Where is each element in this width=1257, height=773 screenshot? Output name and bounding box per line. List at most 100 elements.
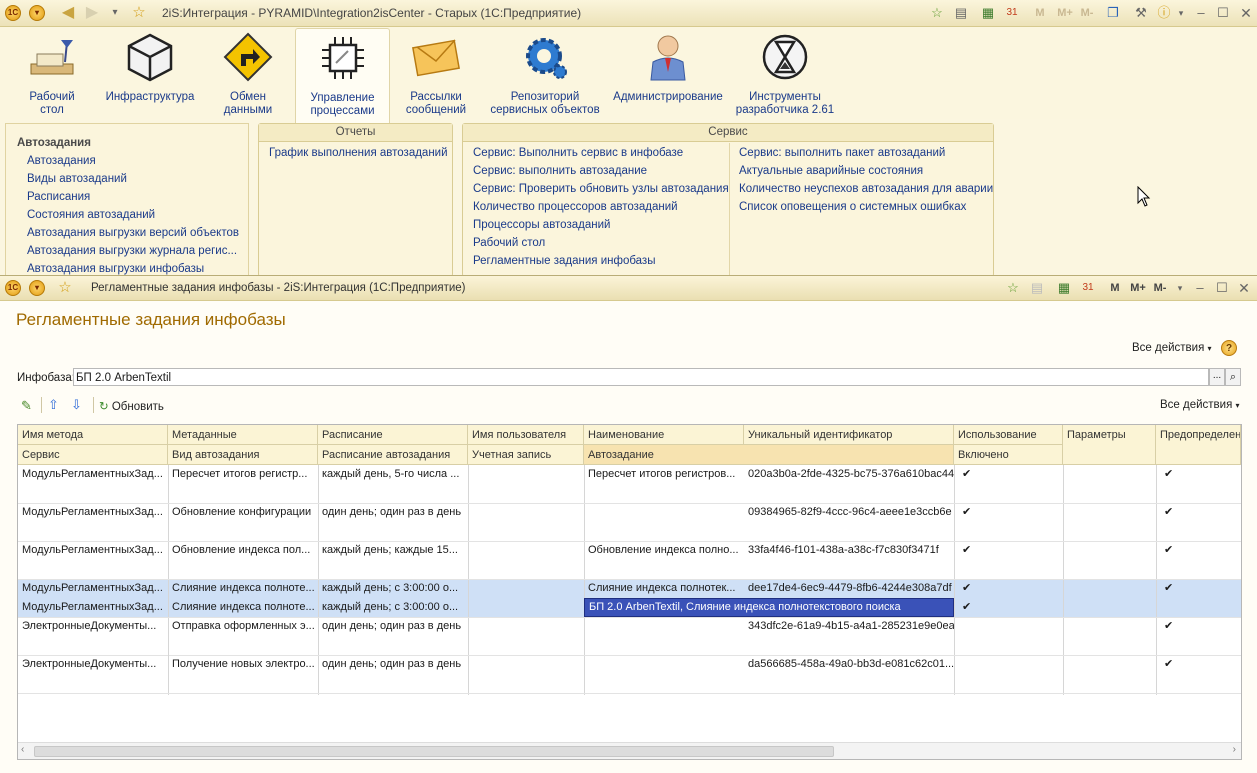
- favorites-star-icon[interactable]: ☆: [57, 280, 73, 296]
- section-infrastructure[interactable]: Инфраструктура: [105, 32, 195, 104]
- column-header[interactable]: Метаданные: [168, 425, 318, 445]
- cell-method[interactable]: МодульРегламентныхЗад...: [18, 599, 168, 616]
- help-icon[interactable]: ⓘ: [1156, 5, 1172, 21]
- search-icon[interactable]: ⌕: [1225, 368, 1241, 386]
- app-logo-icon[interactable]: 1C: [5, 280, 21, 296]
- cell-metadata[interactable]: Обновление индекса пол...: [168, 542, 318, 559]
- memory-m-plus-button[interactable]: M+: [1128, 280, 1148, 296]
- cell-metadata[interactable]: Отправка оформленных э...: [168, 618, 318, 635]
- usage-check-icon[interactable]: ✔: [958, 580, 988, 597]
- cell-method[interactable]: ЭлектронныеДокументы...: [18, 656, 168, 673]
- calendar-icon[interactable]: 31: [1004, 5, 1020, 21]
- select-button[interactable]: ...: [1209, 368, 1225, 386]
- service-link[interactable]: Сервис: выполнить автозадание: [473, 165, 647, 177]
- calculator-icon[interactable]: ▦: [980, 5, 996, 21]
- close-icon[interactable]: ✕: [1238, 5, 1254, 21]
- cell-metadata[interactable]: Получение новых электро...: [168, 656, 318, 673]
- memory-m-plus-button[interactable]: M+: [1055, 5, 1075, 21]
- section-process-management[interactable]: Управление процессами: [295, 28, 390, 123]
- calculator-icon[interactable]: ▦: [1056, 280, 1072, 296]
- cell-method[interactable]: МодульРегламентныхЗад...: [18, 466, 168, 483]
- predefined-check-icon[interactable]: ✔: [1160, 504, 1190, 521]
- column-header[interactable]: Автозадание: [584, 445, 954, 465]
- back-arrow-icon[interactable]: ◀: [60, 5, 76, 21]
- app-logo-icon[interactable]: 1C: [5, 5, 21, 21]
- help-dropdown-icon[interactable]: ▾: [1173, 5, 1189, 21]
- column-header[interactable]: Расписание: [318, 425, 468, 445]
- memory-m-button[interactable]: M: [1107, 280, 1123, 296]
- add-favorite-icon[interactable]: ☆: [929, 5, 945, 21]
- nav-item-autotask-types[interactable]: Виды автозаданий: [27, 173, 127, 185]
- section-mailing[interactable]: Рассылки сообщений: [403, 32, 469, 117]
- cell-method[interactable]: МодульРегламентныхЗад...: [18, 504, 168, 521]
- usage-check-icon[interactable]: ✔: [958, 504, 988, 521]
- all-actions-table-menu[interactable]: Все действия ▾: [1160, 399, 1240, 411]
- active-cell-autotask[interactable]: БП 2.0 ArbenTextil, Слияние индекса полн…: [584, 598, 954, 617]
- cell-uuid[interactable]: 09384965-82f9-4ccc-96c4-aeee1e3ccb6e: [744, 504, 954, 521]
- scrollbar-thumb[interactable]: [34, 746, 834, 757]
- predefined-check-icon[interactable]: ✔: [1160, 542, 1190, 559]
- memory-m-button[interactable]: M: [1032, 5, 1048, 21]
- cell-metadata[interactable]: Слияние индекса полноте...: [168, 599, 318, 616]
- cell-uuid[interactable]: 343dfc2e-61a9-4b15-a4a1-285231e9e0ea: [744, 618, 954, 635]
- settings-icon[interactable]: ⚒: [1133, 5, 1149, 21]
- maximize-icon[interactable]: ☐: [1215, 5, 1231, 21]
- column-header[interactable]: Уникальный идентификатор: [744, 425, 954, 445]
- service-link[interactable]: Количество процессоров автозаданий: [473, 201, 678, 213]
- minimize-icon[interactable]: –: [1192, 280, 1208, 296]
- column-header[interactable]: Параметры: [1063, 425, 1156, 465]
- nav-item-autotask-states[interactable]: Состояния автозаданий: [27, 209, 155, 221]
- cell-method[interactable]: МодульРегламентныхЗад...: [18, 542, 168, 559]
- cell-schedule[interactable]: каждый день, 5-го числа ...: [318, 466, 468, 483]
- favorites-star-icon[interactable]: ☆: [131, 5, 147, 21]
- column-header[interactable]: Имя метода: [18, 425, 168, 445]
- cell-uuid[interactable]: dee17de4-6ec9-4479-8fb6-4244e308a7df: [744, 580, 954, 597]
- move-down-icon[interactable]: ⇩: [71, 397, 82, 413]
- cell-metadata[interactable]: Пересчет итогов регистр...: [168, 466, 318, 483]
- column-header[interactable]: Учетная запись: [468, 445, 584, 465]
- cell-metadata[interactable]: Слияние индекса полноте...: [168, 580, 318, 597]
- service-link[interactable]: Количество неуспехов автозадания для ава…: [739, 183, 993, 195]
- main-menu-icon[interactable]: ▾: [29, 5, 45, 21]
- cell-schedule[interactable]: один день; один раз в день: [318, 504, 468, 521]
- history-dropdown-icon[interactable]: ▾: [107, 5, 123, 21]
- calendar-icon[interactable]: 31: [1080, 280, 1096, 296]
- service-link[interactable]: Сервис: Выполнить сервис в инфобазе: [473, 147, 683, 159]
- cell-method[interactable]: ЭлектронныеДокументы...: [18, 618, 168, 635]
- column-header[interactable]: Имя пользователя: [468, 425, 584, 445]
- enabled-check-icon[interactable]: ✔: [958, 599, 988, 616]
- help-icon[interactable]: ?: [1221, 340, 1237, 356]
- service-link[interactable]: Процессоры автозаданий: [473, 219, 610, 231]
- close-icon[interactable]: ✕: [1236, 280, 1252, 296]
- cell-schedule[interactable]: каждый день; с 3:00:00 о...: [318, 580, 468, 597]
- column-header[interactable]: Сервис: [18, 445, 168, 465]
- service-link[interactable]: Сервис: Проверить обновить узлы автозада…: [473, 183, 729, 195]
- report-link[interactable]: График выполнения автозаданий: [269, 147, 448, 159]
- cell-schedule[interactable]: один день; один раз в день: [318, 618, 468, 635]
- cell-schedule[interactable]: каждый день; с 3:00:00 о...: [318, 599, 468, 616]
- toolbar-dropdown-icon[interactable]: ▾: [1172, 280, 1188, 296]
- cell-name[interactable]: Слияние индекса полнотек...: [584, 580, 744, 597]
- add-favorite-icon[interactable]: ☆: [1005, 280, 1021, 296]
- column-header[interactable]: Расписание автозадания: [318, 445, 468, 465]
- all-actions-menu[interactable]: Все действия ▾: [1132, 342, 1212, 354]
- service-link[interactable]: Актуальные аварийные состояния: [739, 165, 923, 177]
- column-header[interactable]: Предопределен: [1156, 425, 1241, 465]
- predefined-check-icon[interactable]: ✔: [1160, 618, 1190, 635]
- cell-name[interactable]: Пересчет итогов регистров...: [584, 466, 744, 483]
- cell-schedule[interactable]: каждый день; каждые 15...: [318, 542, 468, 559]
- column-header[interactable]: Использование: [954, 425, 1063, 445]
- windows-icon[interactable]: ❐: [1105, 5, 1121, 21]
- print-icon[interactable]: ▤: [1029, 280, 1045, 296]
- section-administration[interactable]: Администрирование: [612, 32, 724, 104]
- scroll-left-icon[interactable]: ‹: [21, 744, 24, 755]
- column-header[interactable]: Вид автозадания: [168, 445, 318, 465]
- service-link[interactable]: Сервис: выполнить пакет автозаданий: [739, 147, 945, 159]
- usage-check-icon[interactable]: ✔: [958, 542, 988, 559]
- section-data-exchange[interactable]: Обмен данными: [215, 32, 281, 117]
- horizontal-scrollbar[interactable]: ‹ ›: [18, 742, 1241, 759]
- memory-m-minus-button[interactable]: M-: [1077, 5, 1097, 21]
- cell-uuid[interactable]: da566685-458a-49a0-bb3d-e081c62c01...: [744, 656, 954, 673]
- usage-check-icon[interactable]: ✔: [958, 466, 988, 483]
- section-dev-tools[interactable]: Инструменты разработчика 2.61: [734, 32, 836, 117]
